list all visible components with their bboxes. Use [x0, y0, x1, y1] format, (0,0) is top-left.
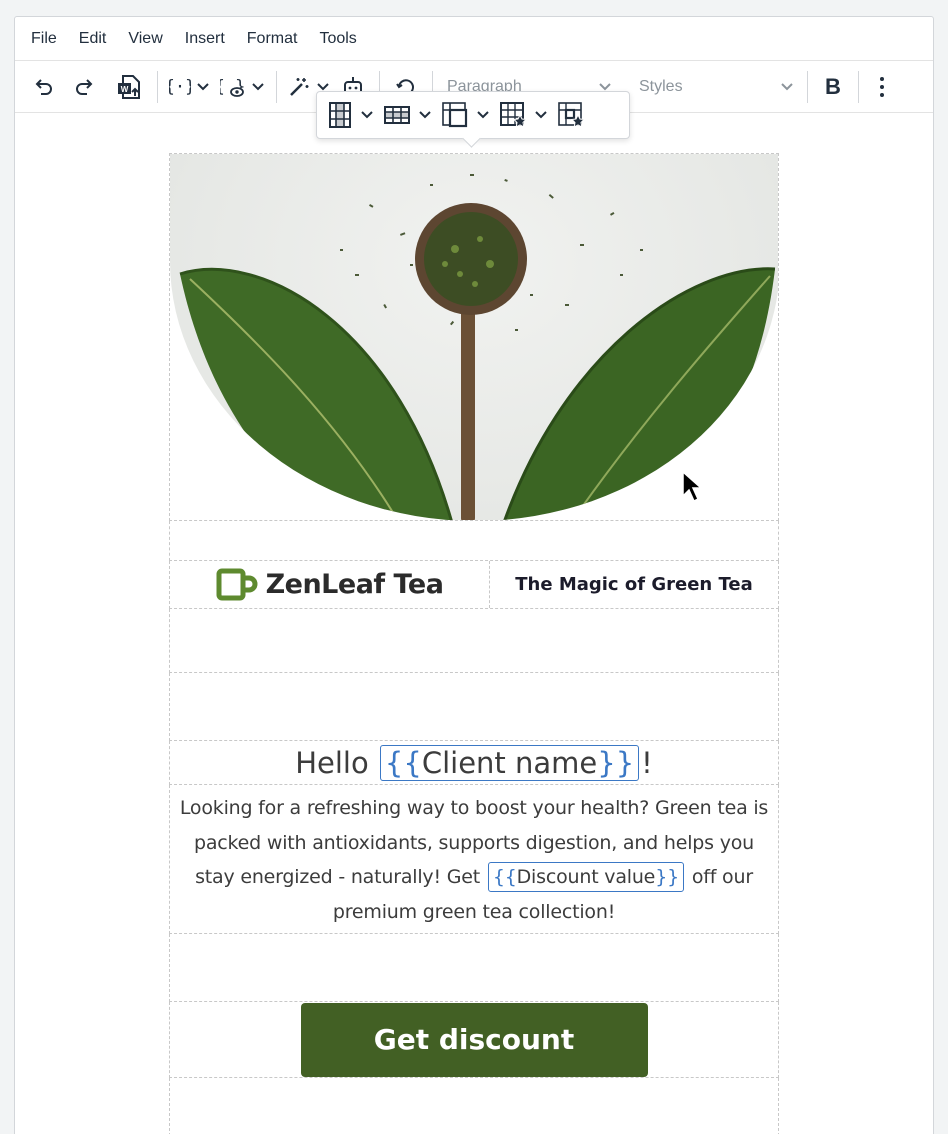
menubar: File Edit View Insert Format Tools	[15, 17, 933, 61]
client-name-merge-tag[interactable]: {{Client name}}	[379, 744, 640, 781]
chevron-down-icon	[252, 82, 264, 90]
redo-icon	[76, 78, 93, 95]
svg-text:W: W	[121, 85, 129, 94]
tea-cup-logo-icon	[216, 568, 258, 600]
table-row-icon	[384, 106, 410, 124]
spacer-row[interactable]	[169, 934, 779, 1002]
more-button[interactable]	[865, 69, 899, 105]
spacer-row[interactable]	[169, 673, 779, 741]
chevron-down-icon	[477, 111, 489, 119]
tagline[interactable]: The Magic of Green Tea	[490, 561, 778, 608]
open-brace-icon: {{	[384, 745, 422, 780]
cell-properties-button[interactable]	[557, 97, 585, 133]
table-row-button[interactable]	[383, 97, 431, 133]
email-template: ZenLeaf Tea The Magic of Green Tea Hello…	[169, 153, 779, 1134]
editor-content[interactable]: ZenLeaf Tea The Magic of Green Tea Hello…	[15, 113, 933, 1134]
discount-value-token: Discount value	[516, 866, 656, 888]
table-column-icon	[329, 102, 351, 128]
merge-tags-icon: {·}	[169, 77, 191, 97]
toolbar-separator	[858, 70, 859, 103]
bold-button[interactable]: B	[814, 69, 852, 105]
undo-icon	[35, 78, 52, 95]
mouse-cursor-icon	[682, 470, 703, 503]
merge-tags-button[interactable]: {·}	[164, 69, 214, 105]
cta-row: Get discount	[169, 1002, 779, 1078]
styles-select[interactable]: Styles	[631, 69, 801, 105]
more-icon	[880, 76, 884, 97]
table-column-button[interactable]	[327, 97, 373, 133]
brand-cell[interactable]: ZenLeaf Tea	[170, 561, 490, 608]
hero-image	[170, 154, 778, 520]
import-word-icon: W	[118, 74, 140, 99]
chevron-down-icon	[781, 82, 793, 90]
menu-edit[interactable]: Edit	[69, 17, 119, 61]
chevron-down-icon	[419, 111, 431, 119]
menu-file[interactable]: File	[21, 17, 69, 61]
menu-view[interactable]: View	[118, 17, 174, 61]
hero-image-cell[interactable]	[169, 153, 779, 521]
open-brace-icon: {{	[492, 866, 517, 888]
get-discount-button[interactable]: Get discount	[300, 1002, 648, 1077]
toolbar-separator	[157, 70, 158, 103]
greeting-heading[interactable]: Hello {{Client name}}!	[169, 741, 779, 785]
undo-button[interactable]	[23, 69, 63, 105]
chevron-down-icon	[197, 82, 209, 90]
chevron-down-icon	[361, 111, 373, 119]
redo-button[interactable]	[63, 69, 107, 105]
rich-text-editor: File Edit View Insert Format Tools W {·}…	[14, 16, 934, 1134]
body-paragraph[interactable]: Looking for a refreshing way to boost yo…	[169, 785, 779, 934]
brand-name: ZenLeaf Tea	[265, 569, 444, 600]
close-brace-icon: }}	[655, 866, 679, 888]
import-word-button[interactable]: W	[107, 69, 151, 105]
toolbar-separator	[276, 70, 277, 103]
table-context-toolbar	[316, 91, 630, 139]
client-name-token: Client name	[421, 745, 598, 780]
toolbar-separator	[807, 70, 808, 103]
table-cell-icon	[442, 102, 468, 128]
close-brace-icon: }}	[597, 745, 635, 780]
table-properties-button[interactable]	[499, 97, 547, 133]
svg-text:{·}: {·}	[169, 77, 191, 97]
cell-properties-icon	[558, 102, 585, 128]
preview-merge-button[interactable]: { }	[214, 69, 270, 105]
menu-format[interactable]: Format	[237, 17, 310, 61]
chevron-down-icon	[535, 111, 547, 119]
ai-wand-icon	[290, 77, 309, 96]
spacer-row[interactable]	[169, 609, 779, 673]
table-cell-button[interactable]	[441, 97, 489, 133]
spacer-row[interactable]	[169, 1078, 779, 1134]
chevron-down-icon	[599, 82, 611, 90]
discount-value-merge-tag[interactable]: {{Discount value}}	[487, 862, 684, 892]
greeting-prefix: Hello	[295, 745, 369, 780]
greeting-suffix: !	[641, 745, 653, 780]
table-properties-icon	[500, 102, 527, 128]
brand-row: ZenLeaf Tea The Magic of Green Tea	[169, 561, 779, 609]
chevron-down-icon	[317, 82, 329, 90]
preview-merge-icon: { }	[220, 77, 245, 97]
menu-insert[interactable]: Insert	[175, 17, 237, 61]
menu-tools[interactable]: Tools	[309, 17, 368, 61]
styles-value: Styles	[639, 77, 683, 95]
spacer-row[interactable]	[169, 521, 779, 561]
